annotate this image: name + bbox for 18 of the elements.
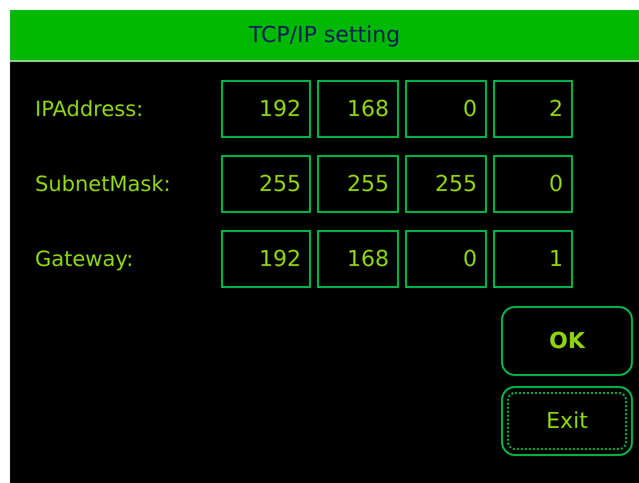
octet-field[interactable]: 168 xyxy=(317,230,399,288)
octet-field[interactable]: 0 xyxy=(405,230,487,288)
octet-field[interactable]: 255 xyxy=(317,155,399,213)
window-title: TCP/IP setting xyxy=(248,22,400,48)
field-label: SubnetMask: xyxy=(35,172,172,196)
field-label: IPAddress: xyxy=(35,97,144,121)
octet-field[interactable]: 255 xyxy=(405,155,487,213)
octet-field[interactable]: 255 xyxy=(221,155,311,213)
octet-field[interactable]: 192 xyxy=(221,80,311,138)
field-label: Gateway: xyxy=(35,247,134,271)
octet-field[interactable]: 2 xyxy=(493,80,573,138)
ok-button[interactable]: OK xyxy=(501,306,633,376)
octet-field[interactable]: 1 xyxy=(493,230,573,288)
octet-field[interactable]: 0 xyxy=(405,80,487,138)
octet-field[interactable]: 192 xyxy=(221,230,311,288)
exit-button[interactable]: Exit xyxy=(501,386,633,456)
octet-field[interactable]: 168 xyxy=(317,80,399,138)
octet-field[interactable]: 0 xyxy=(493,155,573,213)
